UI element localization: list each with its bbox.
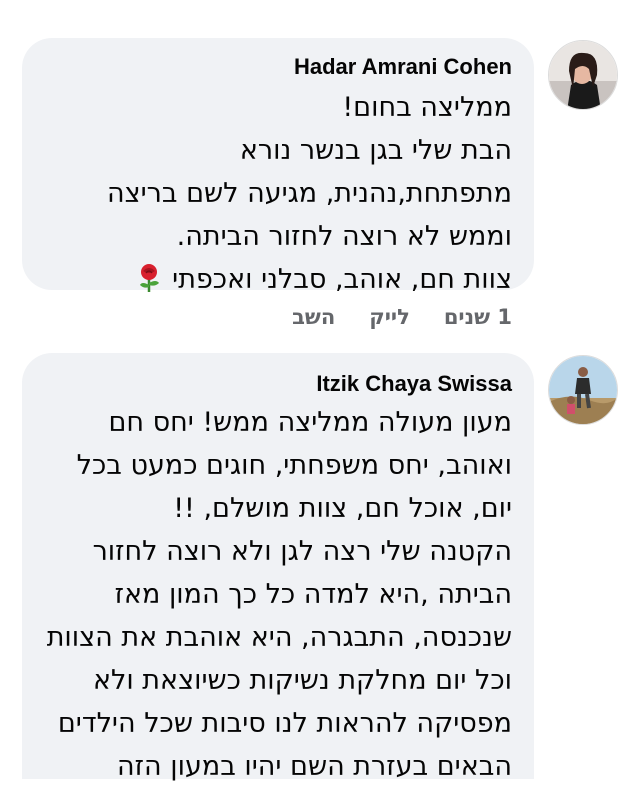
comment-line: מתפתחת,נהנית, מגיעה לשם בריצה <box>106 178 512 209</box>
comment-line: ואוהב, יחס משפחתי, חוגים כמעט בכל <box>76 450 512 481</box>
comment-bubble: Hadar Amrani Cohen ממליצה בחום! הבת שלי … <box>22 38 534 295</box>
comment-author[interactable]: Itzik Chaya Swissa <box>316 371 512 397</box>
comment-line: יום, אוכל חם, צוות מושלם, !! <box>173 493 512 524</box>
reply-button[interactable]: השב <box>292 305 335 329</box>
comment-line: מפסיקה להראות לנו סיבות שכל הילדים <box>57 708 512 739</box>
comment-line: ממליצה בחום! <box>342 92 512 123</box>
comment-line: מעון מעולה ממליצה ממש! יחס חם <box>108 407 512 438</box>
comment-line-text: צוות חם, אוהב, סבלני ואכפתי <box>172 264 512 295</box>
comment-2: Itzik Chaya Swissa מעון מעולה ממליצה ממש… <box>0 340 640 782</box>
rose-icon <box>134 264 164 294</box>
avatar[interactable] <box>548 355 618 425</box>
comment-line: הבת שלי בגן בנשר נורא <box>239 135 512 166</box>
comment-actions: 1 שנים לייק השב <box>292 305 512 329</box>
avatar-photo <box>549 356 617 424</box>
comment-line: צוות חם, אוהב, סבלני ואכפתי <box>107 258 512 303</box>
avatar[interactable] <box>548 40 618 110</box>
comment-1: Hadar Amrani Cohen ממליצה בחום! הבת שלי … <box>0 0 640 340</box>
comment-line: הבאים בעזרת השם יהיו במעון הזה <box>117 751 512 782</box>
comment-line: הקטנה שלי רצה לגן ולא רוצה לחזור <box>92 536 512 567</box>
comment-time[interactable]: 1 שנים <box>444 305 512 329</box>
comment-text: ממליצה בחום! הבת שלי בגן בנשר נורא מתפתח… <box>107 86 512 303</box>
avatar-photo <box>549 41 617 109</box>
comment-bubble: Itzik Chaya Swissa מעון מעולה ממליצה ממש… <box>22 353 534 782</box>
comment-text: מעון מעולה ממליצה ממש! יחס חם ואוהב, יחס… <box>47 401 512 788</box>
like-button[interactable]: לייק <box>369 305 410 329</box>
comment-line: וממש לא רוצה לחזור הביתה. <box>176 221 512 252</box>
comment-line: שנכנסה, התבגרה, היא אוהבת את הצוות <box>46 622 512 653</box>
comment-author[interactable]: Hadar Amrani Cohen <box>294 54 512 80</box>
comment-line: וכל יום מחלקת נשיקות כשיוצאת ולא <box>92 665 512 696</box>
comment-line: הביתה ,היא למדה כל כך המון מאז <box>114 579 512 610</box>
